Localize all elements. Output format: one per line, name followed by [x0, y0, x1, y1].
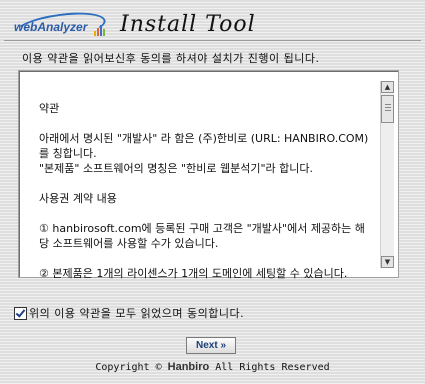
- terms-content: 약관 아래에서 명시된 "개발사" 라 함은 (주)한비로 (URL: HANB…: [39, 101, 374, 281]
- footer-copyright: Copyright ©: [95, 362, 162, 373]
- app-title: Install Tool: [120, 12, 256, 37]
- agree-label[interactable]: 위의 이용 약관을 모두 읽었으며 동의합니다.: [29, 305, 244, 321]
- terms-scrollbar[interactable]: ▲ ▼: [380, 81, 394, 268]
- footer-rights: All Rights Reserved: [215, 362, 330, 373]
- agree-checkbox-row[interactable]: 위의 이용 약관을 모두 읽었으며 동의합니다.: [14, 305, 244, 321]
- header-divider: [4, 40, 421, 41]
- logo-bars-icon: [94, 24, 105, 36]
- scroll-down-arrow-icon[interactable]: ▼: [381, 256, 394, 268]
- scroll-up-arrow-icon[interactable]: ▲: [381, 81, 394, 93]
- scroll-thumb[interactable]: [381, 95, 394, 123]
- terms-section-title: 사용권 계약 내용: [39, 192, 117, 205]
- agree-checkbox[interactable]: [14, 306, 27, 320]
- intro-text: 이용 약관을 읽어보신후 동의를 하셔야 설치가 진행이 됩니다.: [22, 52, 320, 65]
- terms-item-1: ① hanbirosoft.com에 등록된 구매 고객은 "개발사"에서 제공…: [39, 222, 365, 250]
- logo-text: webAnalyzer: [14, 20, 88, 34]
- next-button[interactable]: Next »: [186, 337, 236, 354]
- hanbiro-logo: Hanbiro: [167, 361, 210, 373]
- terms-item-2: ② 본제품은 1개의 라이센스가 1개의 도메인에 세팅할 수 있습니다.: [39, 267, 348, 280]
- webanalyzer-logo: webAnalyzer: [12, 7, 108, 47]
- terms-para-developer: 아래에서 명시된 "개발사" 라 함은 (주)한비로 (URL: HANBIRO…: [39, 132, 369, 160]
- terms-textarea[interactable]: 약관 아래에서 명시된 "개발사" 라 함은 (주)한비로 (URL: HANB…: [18, 70, 399, 281]
- footer: Copyright © Hanbiro All Rights Reserved: [0, 361, 425, 373]
- terms-para-product: "본제품" 소프트웨어의 명칭은 "한비로 웹분석기"라 합니다.: [39, 162, 313, 175]
- terms-heading: 약관: [39, 102, 60, 115]
